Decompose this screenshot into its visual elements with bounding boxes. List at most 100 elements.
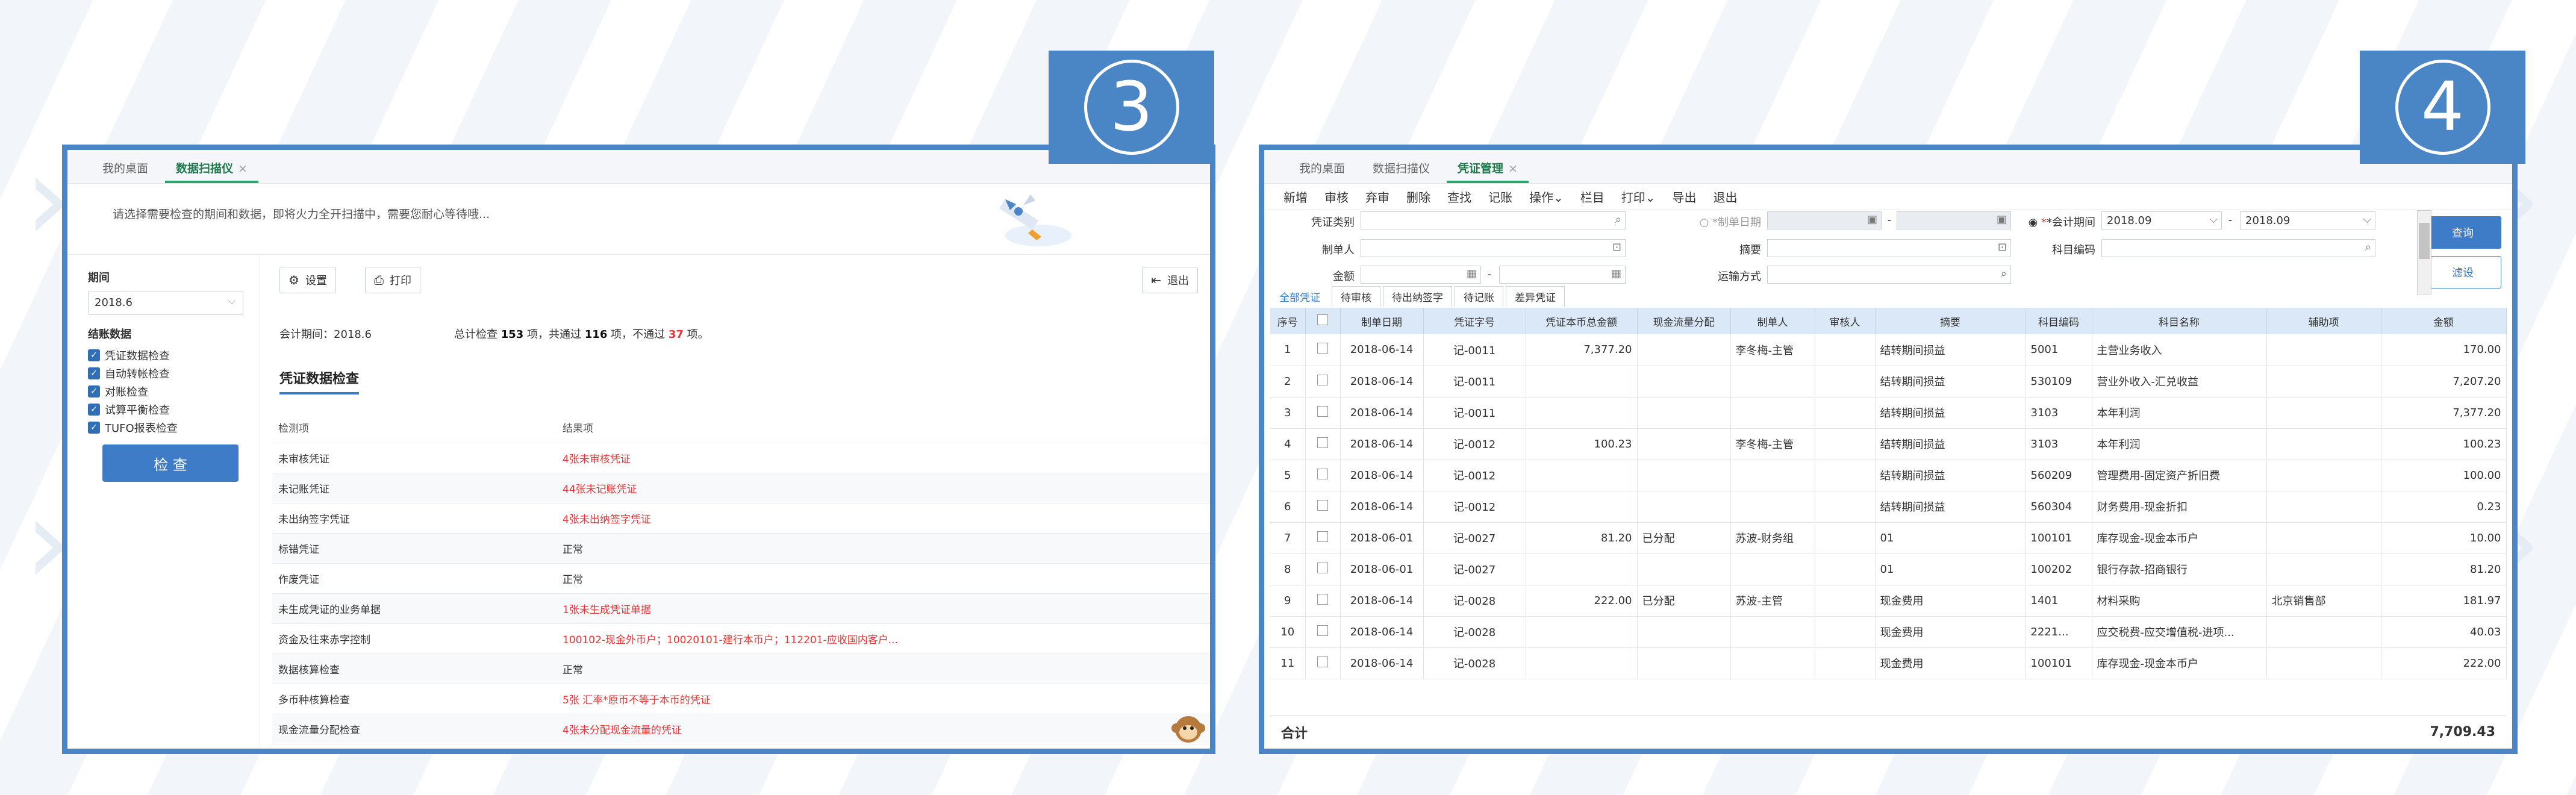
- row-checkbox[interactable]: [1305, 397, 1341, 429]
- table-row[interactable]: 10 2018-06-14 记-0028 现金费用 2221... 应交税费-应交增值税-…: [1270, 616, 2507, 648]
- row-checkbox-input[interactable]: [1317, 593, 1328, 605]
- menu-operation[interactable]: 操作⌄: [1529, 188, 1564, 205]
- table-row[interactable]: 8 2018-06-01 记-0027 01 100202 银行存款-招商银行 81.20: [1270, 553, 2507, 585]
- print-button[interactable]: ⎙ 打印: [365, 267, 420, 293]
- menu-audit[interactable]: 审核: [1324, 188, 1349, 205]
- menu-unaudit[interactable]: 弃审: [1365, 188, 1389, 205]
- tab-my-desktop[interactable]: 我的桌面: [92, 160, 159, 183]
- calculator-icon[interactable]: ▦: [1467, 267, 1477, 280]
- row-checkbox[interactable]: [1305, 334, 1341, 366]
- monkey-mascot-icon[interactable]: [1169, 711, 1208, 745]
- search-icon[interactable]: ⌕: [2001, 267, 2007, 280]
- settings-button[interactable]: ⚙ 设置: [279, 267, 336, 293]
- row-checkbox-input[interactable]: [1317, 468, 1328, 479]
- row-checkbox-input[interactable]: [1317, 531, 1328, 542]
- row-checkbox[interactable]: [1305, 460, 1341, 491]
- check-result[interactable]: 44张未记账凭证: [557, 473, 1210, 504]
- query-button[interactable]: 查询: [2424, 216, 2501, 249]
- row-checkbox-input[interactable]: [1317, 343, 1328, 354]
- check-result[interactable]: 5张 汇率*原币不等于本币的凭证: [557, 684, 1210, 714]
- row-checkbox[interactable]: [1305, 616, 1341, 648]
- menu-columns[interactable]: 栏目: [1580, 188, 1605, 205]
- calendar-icon[interactable]: ▣: [1997, 213, 2007, 226]
- filter-settings-button[interactable]: 滤设: [2424, 256, 2501, 288]
- filter-scrollbar[interactable]: [2417, 210, 2431, 295]
- row-checkbox-input[interactable]: [1317, 625, 1328, 636]
- tab-data-scanner[interactable]: 数据扫描仪 ×: [165, 160, 258, 183]
- check-result[interactable]: 4张未分配现金流量的凭证: [557, 714, 1210, 744]
- checkbox-reconcile-check[interactable]: ✓ 对账检查: [88, 384, 260, 399]
- table-row[interactable]: 9 2018-06-14 记-0028 222.00 已分配 苏波-主管 现金费用 1401 材…: [1270, 585, 2507, 617]
- maker-input[interactable]: ⊡: [1361, 239, 1626, 257]
- checkbox-tufo-report-check[interactable]: ✓ TUFO报表检查: [88, 420, 260, 435]
- table-row[interactable]: 11 2018-06-14 记-0028 现金费用 100101 库存现金-现金本币户 22…: [1270, 647, 2507, 679]
- menu-delete[interactable]: 删除: [1406, 188, 1430, 205]
- row-checkbox[interactable]: [1305, 366, 1341, 398]
- check-result[interactable]: 1张未生成凭证单据: [557, 593, 1210, 624]
- exit-button[interactable]: ⇤ 退出: [1142, 267, 1198, 293]
- menu-find[interactable]: 查找: [1447, 188, 1471, 205]
- chevron-down-icon[interactable]: ⌵: [2209, 213, 2218, 226]
- tab-pending-audit[interactable]: 待审核: [1332, 286, 1380, 307]
- calculator-icon[interactable]: ▦: [1611, 267, 1621, 280]
- checkbox-auto-transfer-check[interactable]: ✓ 自动转帐检查: [88, 366, 260, 381]
- calendar-icon[interactable]: ▣: [1867, 213, 1877, 226]
- header-select-all[interactable]: [1305, 308, 1341, 334]
- checkbox-voucher-check[interactable]: ✓ 凭证数据检查: [88, 348, 260, 363]
- search-icon[interactable]: ⌕: [1615, 213, 1621, 226]
- make-date-to[interactable]: ▣: [1897, 211, 2011, 229]
- checkbox-trial-balance-check[interactable]: ✓ 试算平衡检查: [88, 402, 260, 417]
- table-row[interactable]: 2 2018-06-14 记-0011 结转期间损益 530109 营业外收入-汇兑收益 7…: [1270, 366, 2507, 398]
- transport-input[interactable]: ⌕: [1767, 266, 2011, 284]
- row-checkbox-input[interactable]: [1317, 562, 1328, 573]
- tab-data-scanner[interactable]: 数据扫描仪: [1362, 160, 1441, 183]
- tab-my-desktop[interactable]: 我的桌面: [1288, 160, 1356, 183]
- check-result[interactable]: 100102-现金外币户；10020101-建行本币户；112201-应收国内客…: [557, 623, 1210, 654]
- row-checkbox-input[interactable]: [1317, 374, 1328, 385]
- chevron-down-icon[interactable]: ⌵: [2363, 213, 2371, 226]
- check-result[interactable]: 4张未审核凭证: [557, 443, 1210, 473]
- row-checkbox[interactable]: [1305, 585, 1341, 617]
- table-row[interactable]: 1 2018-06-14 记-0011 7,377.20 李冬梅-主管 结转期间损益 500…: [1270, 334, 2507, 366]
- row-checkbox-input[interactable]: [1317, 405, 1328, 417]
- menu-print[interactable]: 打印⌄: [1621, 188, 1656, 205]
- subject-code-input[interactable]: ⌕: [2101, 239, 2375, 257]
- make-date-from[interactable]: ▣: [1767, 211, 1882, 229]
- tab-pending-cashier-sign[interactable]: 待出纳签字: [1383, 286, 1452, 307]
- menu-export[interactable]: 导出: [1673, 188, 1697, 205]
- menu-exit[interactable]: 退出: [1714, 188, 1738, 205]
- tab-all-vouchers[interactable]: 全部凭证: [1270, 286, 1329, 307]
- acct-period-to[interactable]: 2018.09 ⌵: [2240, 211, 2375, 229]
- close-icon[interactable]: ×: [1508, 162, 1518, 175]
- lookup-icon[interactable]: ⊡: [1612, 241, 1621, 254]
- voucher-type-input[interactable]: ⌕: [1361, 211, 1626, 229]
- row-checkbox-input[interactable]: [1317, 656, 1328, 667]
- amount-from-input[interactable]: ▦: [1361, 266, 1481, 284]
- row-checkbox-input[interactable]: [1317, 437, 1328, 448]
- check-result[interactable]: 4张未出纳签字凭证: [557, 503, 1210, 534]
- lookup-icon[interactable]: ⊡: [1998, 241, 2007, 254]
- row-checkbox-input[interactable]: [1317, 499, 1328, 511]
- tab-voucher-management[interactable]: 凭证管理 ×: [1447, 160, 1529, 183]
- table-row[interactable]: 4 2018-06-14 记-0012 100.23 李冬梅-主管 结转期间损益 3103 本…: [1270, 428, 2507, 460]
- close-icon[interactable]: ×: [238, 162, 248, 175]
- row-checkbox[interactable]: [1305, 553, 1341, 585]
- menu-post[interactable]: 记账: [1488, 188, 1512, 205]
- table-row[interactable]: 6 2018-06-14 记-0012 结转期间损益 560304 财务费用-现金折扣 0.…: [1270, 491, 2507, 523]
- table-row[interactable]: 7 2018-06-01 记-0027 81.20 已分配 苏波-财务组 01 100101 库…: [1270, 522, 2507, 554]
- tab-pending-posting[interactable]: 待记账: [1455, 286, 1503, 307]
- amount-to-input[interactable]: ▦: [1499, 266, 1626, 284]
- row-checkbox[interactable]: [1305, 647, 1341, 679]
- search-icon[interactable]: ⌕: [2365, 241, 2371, 254]
- period-select[interactable]: 2018.6: [88, 291, 243, 315]
- acct-period-from[interactable]: 2018.09 ⌵: [2101, 211, 2222, 229]
- row-checkbox[interactable]: [1305, 428, 1341, 460]
- menu-new[interactable]: 新增: [1283, 188, 1308, 205]
- tab-difference-vouchers[interactable]: 差异凭证: [1506, 286, 1565, 307]
- summary-input[interactable]: ⊡: [1767, 239, 2011, 257]
- row-checkbox[interactable]: [1305, 522, 1341, 554]
- table-row[interactable]: 3 2018-06-14 记-0011 结转期间损益 3103 本年利润 7,377.20: [1270, 397, 2507, 429]
- check-button[interactable]: 检 查: [102, 444, 239, 482]
- row-checkbox[interactable]: [1305, 491, 1341, 523]
- table-row[interactable]: 5 2018-06-14 记-0012 结转期间损益 560209 管理费用-固定资产折旧…: [1270, 460, 2507, 491]
